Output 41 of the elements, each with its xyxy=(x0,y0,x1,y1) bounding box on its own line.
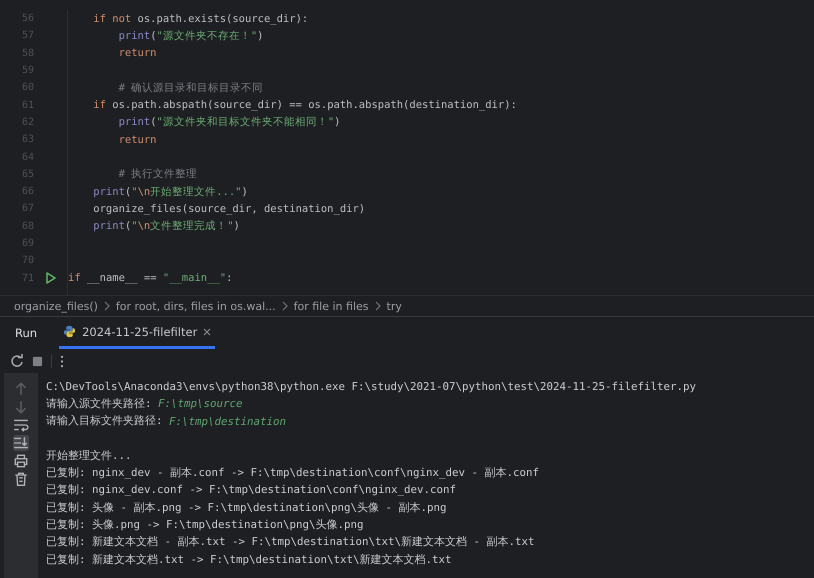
console-line: 已复制: 头像 - 副本.png -> F:\tmp\destination\png\头像 - 副本.png xyxy=(46,500,448,516)
console-line: 请输入目标文件夹路径: F:\tmp\destination xyxy=(46,413,288,430)
scroll-to-end-icon[interactable] xyxy=(13,435,29,451)
chevron-icon xyxy=(282,301,288,311)
console-line: 已复制: 新建文本文档.txt -> F:\tmp\destination\txt\新建文本文档.txt xyxy=(46,552,453,568)
chevron-icon xyxy=(104,301,110,311)
console-line: C:\DevTools\Anaconda3\envs\python38\python.exe F:\study\2021-07\python\test\2024-11-25-filefilter.py xyxy=(46,379,696,396)
code-line: return xyxy=(118,134,157,146)
close-icon[interactable] xyxy=(203,328,212,336)
console-line: 已复制: nginx_dev - 副本.conf -> F:\tmp\destination\conf\nginx_dev - 副本.conf xyxy=(46,465,540,482)
code-line: print("源文件夹和目标文件夹不能相同！") xyxy=(118,115,340,130)
code-line: # 确认源目录和目标目录不同 xyxy=(118,80,264,95)
breadcrumb-item[interactable]: for root, dirs, files in os.wal... xyxy=(116,300,276,312)
more-icon[interactable] xyxy=(60,354,64,368)
console-line: 已复制: 头像.png -> F:\tmp\destination\png\头像.png xyxy=(46,517,365,534)
code-line: print("源文件夹不存在！") xyxy=(118,28,264,43)
code-line: if not os.path.exists(source_dir): xyxy=(92,12,308,25)
soft-wrap-icon[interactable] xyxy=(13,417,29,433)
run-icon[interactable] xyxy=(46,272,56,284)
stop-icon[interactable] xyxy=(32,356,43,366)
chevron-icon xyxy=(374,301,381,311)
breadcrumb-item[interactable]: for file in files xyxy=(294,300,369,312)
console-line: 已复制: nginx_dev.conf -> F:\tmp\destination\conf\nginx_dev.conf xyxy=(46,482,458,498)
console-line: 开始整理文件... xyxy=(46,448,133,464)
code-line: # 执行文件整理 xyxy=(118,167,198,182)
console-line: 请输入源文件夹路径: F:\tmp\source xyxy=(46,396,244,412)
code-line: print("\n文件整理完成！") xyxy=(92,219,240,234)
code-line: if os.path.abspath(source_dir) == os.path.abspath(destination_dir): xyxy=(92,99,517,112)
code-line: organize_files(source_dir, destination_dir) xyxy=(92,202,366,215)
python-icon xyxy=(63,325,76,338)
code-line: print("\n开始整理文件...") xyxy=(92,184,248,199)
run-tab[interactable]: 2024-11-25-filefilter xyxy=(59,317,216,349)
breadcrumb-item[interactable]: try xyxy=(386,300,402,312)
rerun-icon[interactable] xyxy=(10,354,24,368)
code-line: if __name__ == "__main__": xyxy=(68,272,232,284)
code-line: return xyxy=(118,47,157,60)
console-line: 已复制: 新建文本文档 - 副本.txt -> F:\tmp\destination\txt\新建文本文档 - 副本.txt xyxy=(46,534,536,550)
printer-icon[interactable] xyxy=(13,453,29,469)
panel-title: Run xyxy=(15,326,38,340)
trash-icon[interactable] xyxy=(13,471,29,487)
breadcrumb-item[interactable]: organize_files() xyxy=(14,300,98,312)
